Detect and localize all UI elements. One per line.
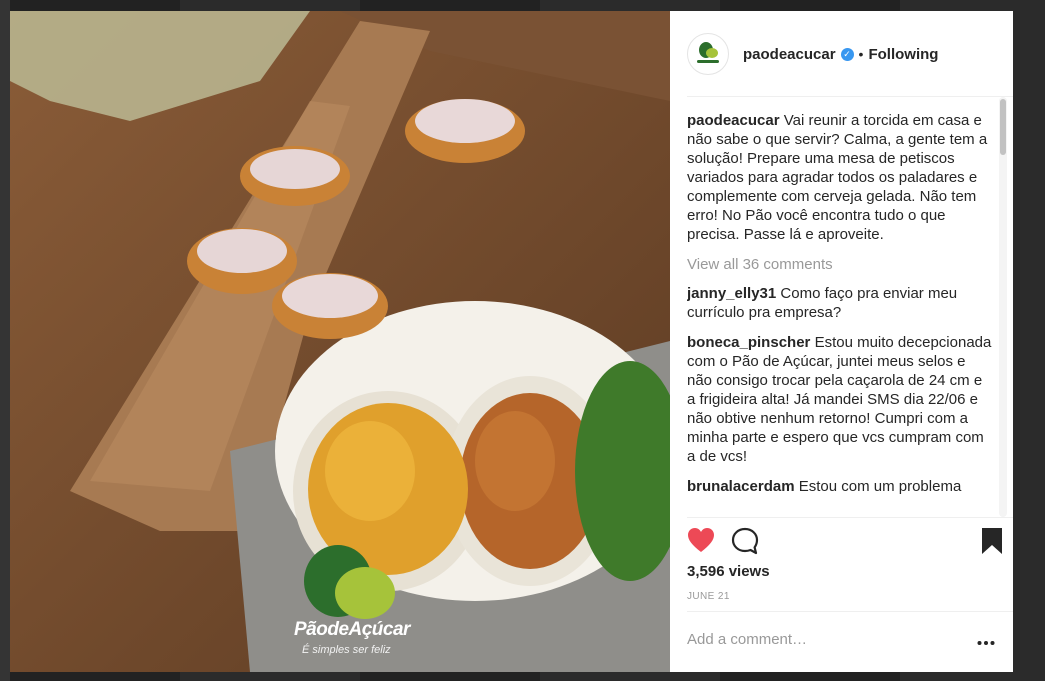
- avatar[interactable]: [687, 33, 729, 75]
- action-bar: [687, 527, 1013, 561]
- comment-text: Estou com um problema: [798, 478, 962, 495]
- post-username[interactable]: paodeacucar: [743, 46, 836, 63]
- post-sidebar: paodeacucar ✓ • Following paodeacucar Va…: [670, 11, 1013, 672]
- brand-tagline: É simples ser feliz: [302, 644, 391, 656]
- comments-list[interactable]: paodeacucar Vai reunir a torcida em casa…: [687, 111, 993, 517]
- caption-text: Vai reunir a torcida em casa e não sabe …: [687, 112, 988, 243]
- post-modal: PãodeAçúcar É simples ser feliz paodeacu…: [10, 11, 1013, 672]
- following-button[interactable]: Following: [868, 46, 938, 63]
- post-date: JUNE 21: [687, 591, 730, 602]
- brand-logo-text: PãodeAçúcar: [294, 619, 410, 640]
- heart-icon[interactable]: [687, 527, 715, 558]
- comment: boneca_pinscher Estou muito decepcionada…: [687, 333, 993, 466]
- caption-username[interactable]: paodeacucar: [687, 112, 780, 129]
- comments-scrollbar[interactable]: [999, 97, 1007, 517]
- add-comment-input[interactable]: Add a comment…: [687, 631, 807, 648]
- view-count[interactable]: 3,596 views: [687, 563, 770, 580]
- post-image[interactable]: PãodeAçúcar É simples ser feliz: [10, 11, 670, 672]
- comment: janny_elly31 Como faço pra enviar meu cu…: [687, 284, 993, 322]
- comment-icon[interactable]: [731, 527, 759, 560]
- comment-input-divider: [687, 611, 1013, 612]
- caption: paodeacucar Vai reunir a torcida em casa…: [687, 111, 993, 244]
- verified-badge-icon: ✓: [840, 47, 854, 61]
- comment: brunalacerdam Estou com um problema: [687, 477, 993, 496]
- header-divider: [687, 96, 1013, 97]
- more-options-icon[interactable]: [977, 633, 995, 651]
- view-all-comments-link[interactable]: View all 36 comments: [687, 255, 993, 274]
- scrollbar-thumb[interactable]: [1000, 99, 1006, 155]
- post-header: paodeacucar ✓ • Following: [687, 31, 1013, 77]
- actions-divider: [687, 517, 1013, 518]
- separator-dot: •: [858, 46, 864, 62]
- post-photo: [10, 11, 670, 672]
- comment-username[interactable]: brunalacerdam: [687, 478, 795, 495]
- comment-text: Estou muito decepcionada com o Pão de Aç…: [687, 334, 992, 465]
- bookmark-icon[interactable]: [981, 527, 1003, 560]
- brand-avatar-icon: [697, 42, 719, 63]
- comment-username[interactable]: janny_elly31: [687, 285, 776, 302]
- comment-username[interactable]: boneca_pinscher: [687, 334, 810, 351]
